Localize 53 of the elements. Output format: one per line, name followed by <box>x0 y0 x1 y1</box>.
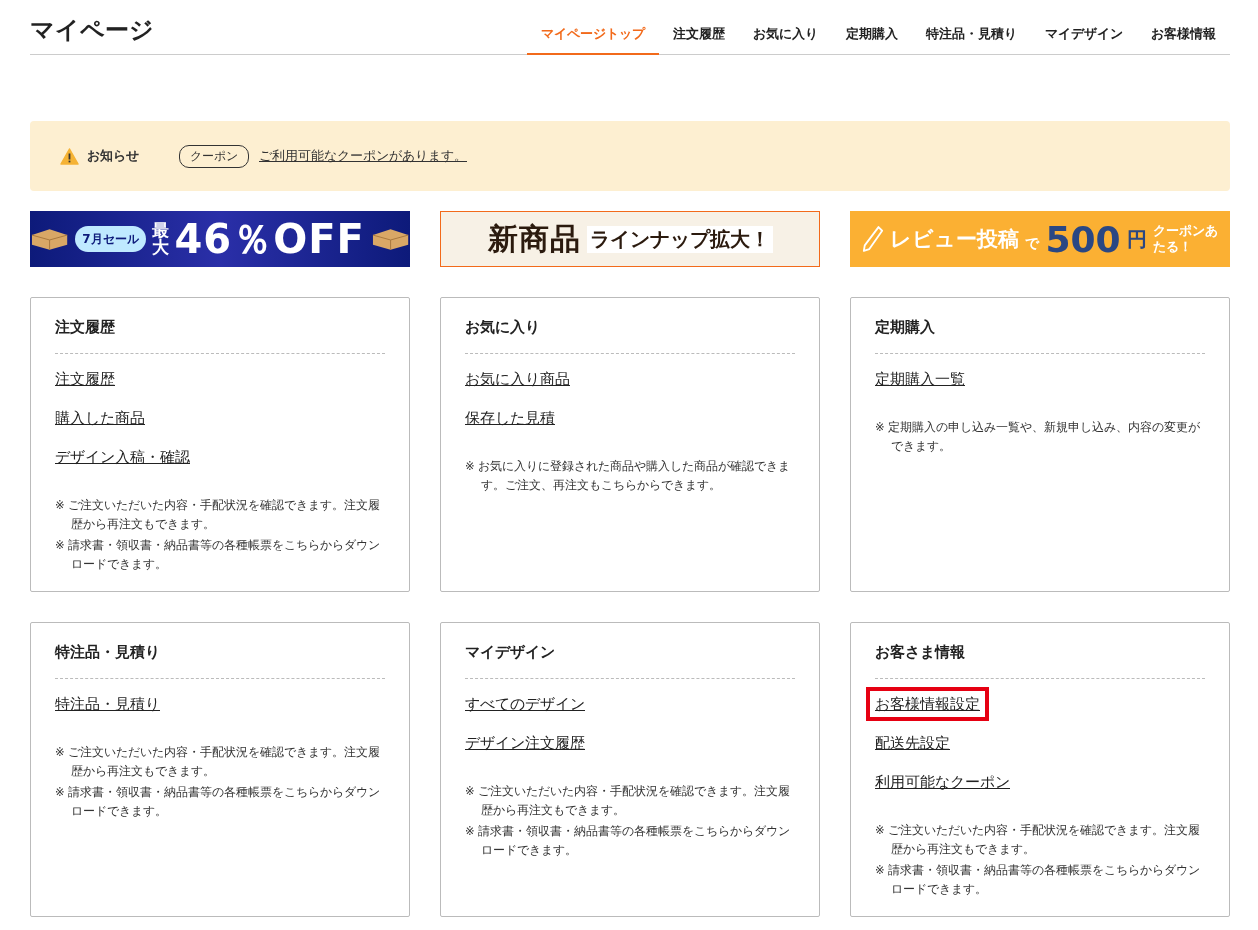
card-link[interactable]: 保存した見積 <box>456 401 564 435</box>
card-note: ※ 請求書・領収書・納品書等の各種帳票をこちらからダウンロードできます。 <box>55 784 382 820</box>
card-link[interactable]: すべてのデザイン <box>456 687 594 721</box>
card-note: ※ ご注文いただいた内容・手配状況を確認できます。注文履歴から再注文もできます。 <box>875 822 1202 858</box>
card-title: 注文履歴 <box>55 318 385 354</box>
nav-tab[interactable]: お客様情報 <box>1137 25 1230 55</box>
card-note: ※ ご注文いただいた内容・手配状況を確認できます。注文履歴から再注文もできます。 <box>55 497 382 533</box>
sale-badge: 7月セール <box>75 225 146 253</box>
card-note: ※ 請求書・領収書・納品書等の各種帳票をこちらからダウンロードできます。 <box>55 537 382 573</box>
banner-lead: レビュー投稿 <box>890 226 1020 253</box>
card-title: 定期購入 <box>875 318 1205 354</box>
card-link[interactable]: デザイン入稿・確認 <box>46 440 199 474</box>
card-link[interactable]: 利用可能なクーポン <box>866 765 1019 799</box>
card-note: ※ ご注文いただいた内容・手配状況を確認できます。注文履歴から再注文もできます。 <box>465 783 792 819</box>
card-note: ※ ご注文いただいた内容・手配状況を確認できます。注文履歴から再注文もできます。 <box>55 744 382 780</box>
nav-tab[interactable]: 定期購入 <box>832 25 912 55</box>
card-link[interactable]: 定期購入一覧 <box>866 362 974 396</box>
card-link[interactable]: 注文履歴 <box>46 362 124 396</box>
nav-tab[interactable]: 特注品・見積り <box>912 25 1031 55</box>
card-link[interactable]: デザイン注文履歴 <box>456 726 594 760</box>
card-title: 特注品・見積り <box>55 643 385 679</box>
pencil-icon <box>862 225 885 253</box>
coupon-tag: クーポン <box>179 144 249 168</box>
promo-banner[interactable]: 新商品 ラインナップ拡大！ <box>440 211 820 267</box>
warning-icon <box>60 147 79 165</box>
card-note: ※ 定期購入の申し込み一覧や、新規申し込み、内容の変更ができます。 <box>875 419 1202 455</box>
card-note: ※ お気に入りに登録された商品や購入した商品が確認できます。ご注文、再注文もこちらからできます。 <box>465 458 792 494</box>
card-link[interactable]: 購入した商品 <box>46 401 154 435</box>
sale-lead: 最大 <box>151 222 169 256</box>
banner-headline: 新商品 <box>487 219 581 258</box>
card-note: ※ 請求書・領収書・納品書等の各種帳票をこちらからダウンロードできます。 <box>875 862 1202 898</box>
page-title: マイページ <box>30 15 154 46</box>
card-title: お客さま情報 <box>875 643 1205 679</box>
banner-tagline: ラインナップ拡大！ <box>586 225 773 253</box>
card-title: マイデザイン <box>465 643 795 679</box>
card-link[interactable]: お気に入り商品 <box>456 362 579 396</box>
card-link[interactable]: お客様情報設定 <box>866 687 989 721</box>
banner-unit: 円 <box>1126 225 1147 253</box>
sale-headline: 46％OFF <box>174 214 365 264</box>
card-link[interactable]: 配送先設定 <box>866 726 959 760</box>
nav-tab[interactable]: お気に入り <box>739 25 832 55</box>
card-note: ※ 請求書・領収書・納品書等の各種帳票をこちらからダウンロードできます。 <box>465 823 792 859</box>
coupon-link[interactable]: ご利用可能なクーポンがあります。 <box>259 147 467 165</box>
card-link[interactable]: 特注品・見積り <box>46 687 169 721</box>
banner-amount: 500 <box>1045 218 1121 260</box>
banner-joiner: で <box>1025 235 1040 253</box>
cardboard-box-icon <box>30 227 70 251</box>
nav-tab[interactable]: 注文履歴 <box>659 25 739 55</box>
card-title: お気に入り <box>465 318 795 354</box>
notice-label: お知らせ <box>87 147 139 165</box>
nav-tab[interactable]: マイデザイン <box>1031 25 1137 55</box>
banner-tagline: クーポンあたる！ <box>1152 223 1218 255</box>
cardboard-box-icon <box>370 227 410 251</box>
